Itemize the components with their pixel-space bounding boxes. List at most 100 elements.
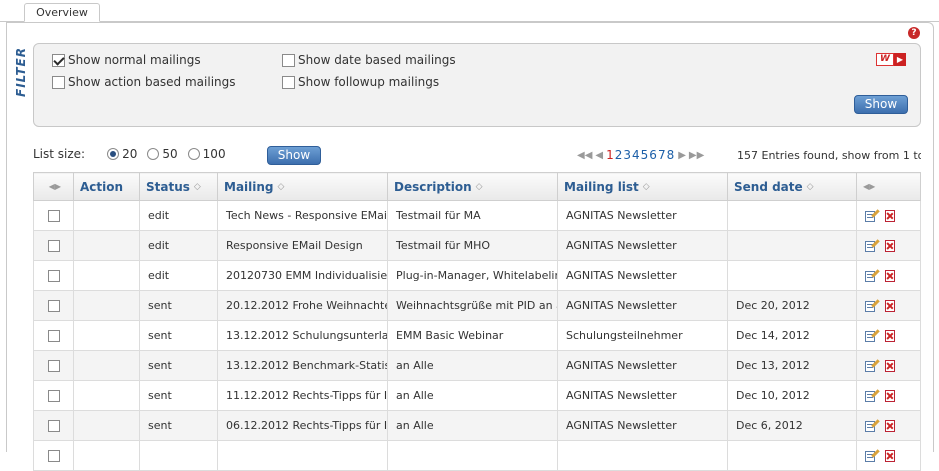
page-link[interactable]: 1 xyxy=(606,148,614,162)
edit-icon[interactable] xyxy=(865,269,880,282)
table-row[interactable] xyxy=(33,440,921,471)
delete-icon[interactable] xyxy=(885,359,895,372)
page-link[interactable]: 4 xyxy=(632,148,640,162)
edit-icon[interactable] xyxy=(865,359,880,372)
sort-icon[interactable]: ◇ xyxy=(807,182,814,192)
prev-page-icon[interactable]: ◀ xyxy=(595,150,603,161)
delete-icon[interactable] xyxy=(885,269,895,282)
row-mailing-list: AGNITAS Newsletter xyxy=(557,200,728,231)
sort-icon[interactable]: ◇ xyxy=(278,182,285,192)
edit-icon[interactable] xyxy=(865,239,880,252)
page-link[interactable]: 5 xyxy=(641,148,649,162)
delete-icon[interactable] xyxy=(885,209,895,222)
column-header-label: Mailing xyxy=(224,179,274,194)
next-page-icon[interactable]: ▶ xyxy=(678,150,686,161)
row-checkbox[interactable] xyxy=(47,360,60,372)
row-checkbox[interactable] xyxy=(47,270,60,282)
page-link[interactable]: 7 xyxy=(658,148,666,162)
delete-icon[interactable] xyxy=(885,389,895,402)
column-header-description[interactable]: Description ◇ xyxy=(387,172,558,201)
row-send-date xyxy=(727,230,857,261)
delete-icon[interactable] xyxy=(885,449,895,462)
filter-label: FILTER xyxy=(13,47,29,97)
row-action-cell xyxy=(73,380,140,411)
page-link[interactable]: 2 xyxy=(615,148,623,162)
delete-icon[interactable] xyxy=(885,419,895,432)
radio-size-50[interactable] xyxy=(147,148,160,160)
delete-icon[interactable] xyxy=(885,329,895,342)
row-checkbox[interactable] xyxy=(47,210,60,222)
table-row[interactable]: sent06.12.2012 Rechts-Tipps für Ihr E-Ma… xyxy=(33,410,921,441)
edit-icon[interactable] xyxy=(865,209,880,222)
row-mailing-name[interactable]: 11.12.2012 Rechts-Tipps für Ihr E-Mail-M… xyxy=(217,380,388,411)
row-action-cell xyxy=(73,230,140,261)
radio-size-100-label: 100 xyxy=(202,147,226,161)
sort-icon[interactable]: ◇ xyxy=(194,182,201,192)
filter-option-followup[interactable]: Show followup mailings xyxy=(282,75,439,89)
edit-icon[interactable] xyxy=(865,299,880,312)
row-status: sent xyxy=(139,410,218,441)
filter-show-button[interactable]: Show xyxy=(854,95,908,114)
row-action-cell xyxy=(73,320,140,351)
row-mailing-name[interactable]: 13.12.2012 Benchmark-Statistik xyxy=(217,350,388,381)
row-checkbox[interactable] xyxy=(47,420,60,432)
delete-icon[interactable] xyxy=(885,299,895,312)
filter-option-action[interactable]: Show action based mailings xyxy=(52,75,236,89)
first-page-icon[interactable]: ◀◀ xyxy=(577,150,592,161)
row-checkbox[interactable] xyxy=(47,330,60,342)
sort-icon[interactable]: ◇ xyxy=(476,182,483,192)
filter-option-normal[interactable]: Show normal mailings xyxy=(52,53,201,67)
table-row[interactable]: sent 20.12.2012 Frohe Weihnachten! Weihnac… xyxy=(33,290,921,321)
row-checkbox[interactable] xyxy=(47,240,60,252)
column-header-mailing[interactable]: Mailing ◇ xyxy=(217,172,388,201)
column-header-mailing-list[interactable]: Mailing list ◇ xyxy=(557,172,728,201)
table-row[interactable]: sent13.12.2012 SchulungsunterlagenEMM Ba… xyxy=(33,320,921,351)
row-actions-cell xyxy=(856,380,921,411)
checkbox-followup-mailings[interactable] xyxy=(282,75,295,89)
column-header-status[interactable]: Status ◇ xyxy=(139,172,218,201)
filter-option-date[interactable]: Show date based mailings xyxy=(282,53,456,67)
row-actions-cell xyxy=(856,350,921,381)
row-checkbox[interactable] xyxy=(47,450,60,462)
row-action-cell xyxy=(73,290,140,321)
radio-size-20[interactable] xyxy=(107,148,120,160)
table-row[interactable]: edit Responsive EMail Design Testmail für … xyxy=(33,230,921,261)
table-row[interactable]: sent 13.12.2012 Benchmark-Statistik an All… xyxy=(33,350,921,381)
table-row[interactable]: sent11.12.2012 Rechts-Tipps für Ihr E-Ma… xyxy=(33,380,921,411)
wizard-icon-arrow: ▶ xyxy=(894,53,906,66)
delete-icon[interactable] xyxy=(885,239,895,252)
list-size-show-button[interactable]: Show xyxy=(267,146,321,165)
column-header-send-date[interactable]: Send date ◇ xyxy=(727,172,857,201)
tab-overview[interactable]: Overview xyxy=(24,3,100,22)
column-header-action[interactable]: Action xyxy=(73,172,140,201)
row-mailing-name[interactable]: 06.12.2012 Rechts-Tipps für Ihr E-Mail-M… xyxy=(217,410,388,441)
row-mailing-list: AGNITAS Newsletter xyxy=(557,410,728,441)
edit-icon[interactable] xyxy=(865,329,880,342)
row-checkbox[interactable] xyxy=(47,390,60,402)
resize-handle-icon[interactable]: ◀▶ xyxy=(49,182,61,191)
page-link[interactable]: 6 xyxy=(649,148,657,162)
row-mailing-name[interactable]: 13.12.2012 Schulungsunterlagen xyxy=(217,320,388,351)
wizard-icon[interactable]: W ▶ xyxy=(876,53,906,66)
table-row[interactable]: edit 20120730 EMM Individualisieren Plug-i… xyxy=(33,260,921,291)
row-mailing-name[interactable]: Tech News - Responsive EMail Design xyxy=(217,200,388,231)
row-mailing-name[interactable] xyxy=(217,440,388,471)
row-checkbox[interactable] xyxy=(47,300,60,312)
row-mailing-name[interactable]: 20120730 EMM Individualisieren xyxy=(217,260,388,291)
row-mailing-name[interactable]: Responsive EMail Design xyxy=(217,230,388,261)
page-link[interactable]: 3 xyxy=(623,148,631,162)
sort-icon[interactable]: ◇ xyxy=(643,182,650,192)
resize-handle-icon[interactable]: ◀▶ xyxy=(863,182,875,191)
table-row[interactable]: editTech News - Responsive EMail DesignT… xyxy=(33,200,921,231)
checkbox-normal-mailings[interactable] xyxy=(52,53,65,67)
help-icon[interactable]: ? xyxy=(908,27,920,39)
checkbox-date-mailings[interactable] xyxy=(282,53,295,67)
edit-icon[interactable] xyxy=(865,389,880,402)
page-link[interactable]: 8 xyxy=(667,148,675,162)
radio-size-100[interactable] xyxy=(187,148,200,160)
edit-icon[interactable] xyxy=(865,449,880,462)
last-page-icon[interactable]: ▶▶ xyxy=(689,150,704,161)
checkbox-action-mailings[interactable] xyxy=(52,75,65,89)
edit-icon[interactable] xyxy=(865,419,880,432)
row-mailing-name[interactable]: 20.12.2012 Frohe Weihnachten! xyxy=(217,290,388,321)
